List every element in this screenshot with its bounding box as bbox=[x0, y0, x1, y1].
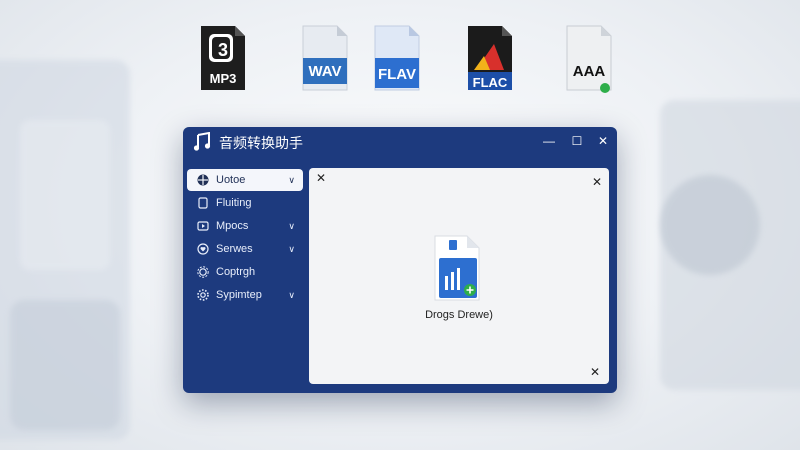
settings-cog-icon bbox=[197, 289, 209, 301]
wav-label: WAV bbox=[308, 63, 342, 80]
sidebar-item-label: Sypimtep bbox=[216, 289, 262, 301]
flav-label: FLAV bbox=[377, 66, 417, 83]
chevron-down-icon: ∨ bbox=[288, 244, 295, 254]
drop-zone-label: Drogs Drewe) bbox=[425, 309, 493, 321]
title-bar[interactable]: 音频转换助手 — ☐ ✕ bbox=[183, 127, 617, 157]
heart-icon bbox=[197, 243, 209, 255]
grid-icon bbox=[197, 174, 209, 186]
mp3-glyph: 3 bbox=[217, 40, 228, 60]
sidebar-item-label: Uotoe bbox=[216, 174, 246, 186]
close-button[interactable]: ✕ bbox=[594, 132, 612, 150]
gear-icon bbox=[197, 266, 209, 278]
sidebar-item-coptrgh[interactable]: Coptrgh bbox=[187, 261, 303, 283]
panel-close-bottom-right-icon[interactable]: ✕ bbox=[589, 366, 601, 378]
window-title: 音频转换助手 bbox=[219, 135, 303, 151]
background-music-note-shape bbox=[20, 120, 110, 270]
play-icon bbox=[197, 221, 209, 231]
aaa-label: AAA bbox=[572, 63, 606, 80]
document-icon bbox=[198, 197, 208, 209]
mp3-file-icon: 3 MP3 bbox=[197, 22, 249, 94]
sidebar-item-label: Coptrgh bbox=[216, 266, 256, 278]
wav-file-icon: WAV bbox=[299, 22, 351, 94]
audio-file-add-icon[interactable] bbox=[433, 234, 483, 302]
sidebar-item-mpocs[interactable]: Mpocs ∨ bbox=[187, 215, 303, 237]
flac-file-icon: FLAC bbox=[464, 22, 516, 94]
chevron-down-icon: ∨ bbox=[288, 175, 295, 185]
chevron-down-icon: ∨ bbox=[288, 221, 295, 231]
chevron-down-icon: ∨ bbox=[288, 290, 295, 300]
aaa-file-icon: AAA bbox=[563, 22, 615, 94]
music-note-icon bbox=[193, 132, 211, 151]
panel-close-top-left-icon[interactable]: ✕ bbox=[315, 172, 327, 184]
flav-file-icon: FLAV bbox=[371, 22, 423, 94]
app-window: 音频转换助手 — ☐ ✕ Uotoe ∨ Fluiting Mpocs ∨ Se… bbox=[183, 127, 617, 393]
background-bars-shape bbox=[10, 300, 120, 430]
flac-label: FLAC bbox=[472, 75, 508, 90]
sidebar-item-uotoe[interactable]: Uotoe ∨ bbox=[187, 169, 303, 191]
background-plus-circle-shape bbox=[660, 175, 760, 275]
panel-close-top-right-icon[interactable]: ✕ bbox=[591, 176, 603, 188]
sidebar: Uotoe ∨ Fluiting Mpocs ∨ Serwes ∨ Coptrg… bbox=[187, 169, 303, 307]
mp3-label: MP3 bbox=[209, 71, 237, 86]
sidebar-item-label: Serwes bbox=[216, 243, 253, 255]
minimize-button[interactable]: — bbox=[540, 132, 558, 150]
sidebar-item-sypimtep[interactable]: Sypimtep ∨ bbox=[187, 284, 303, 306]
drop-zone-panel[interactable]: ✕ ✕ ✕ Drogs Drewe) bbox=[309, 168, 609, 384]
sidebar-item-label: Mpocs bbox=[216, 220, 249, 232]
sidebar-item-fluiting[interactable]: Fluiting bbox=[187, 192, 303, 214]
sidebar-item-serwes[interactable]: Serwes ∨ bbox=[187, 238, 303, 260]
sidebar-item-label: Fluiting bbox=[216, 197, 252, 209]
maximize-button[interactable]: ☐ bbox=[568, 132, 586, 150]
